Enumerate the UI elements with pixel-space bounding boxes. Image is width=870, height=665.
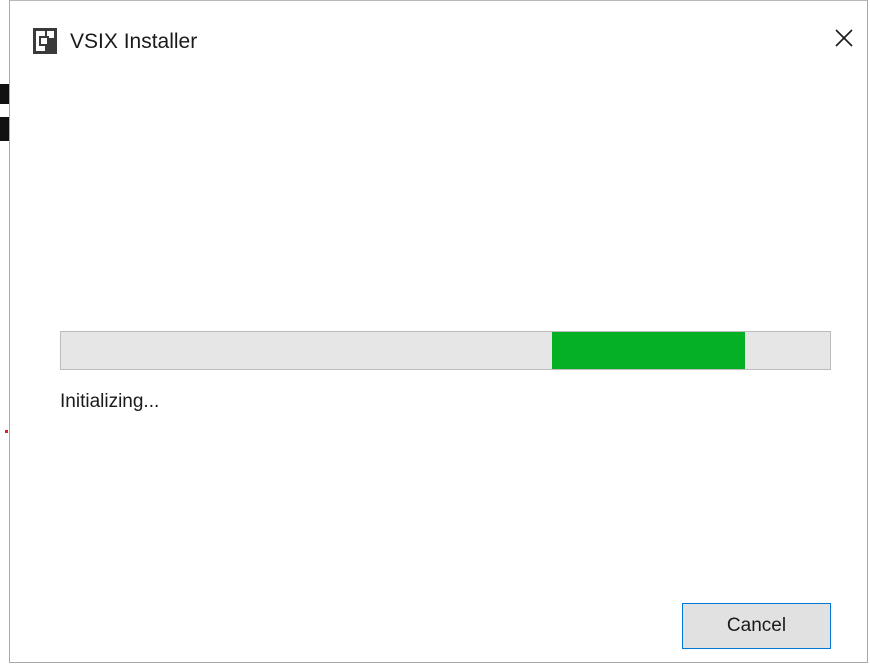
progress-indicator [551, 332, 746, 369]
background-text-fragment [0, 117, 9, 141]
vsix-installer-dialog: VSIX Installer Initializing... Cancel [9, 0, 868, 663]
status-text: Initializing... [60, 391, 160, 412]
installation-progress-bar [60, 331, 831, 370]
title-bar[interactable]: VSIX Installer [10, 1, 867, 81]
background-text-fragment [0, 84, 9, 104]
cancel-button[interactable]: Cancel [682, 603, 831, 649]
background-window-edge [0, 0, 9, 665]
background-mark [5, 430, 8, 433]
close-button[interactable] [821, 18, 867, 62]
window-title: VSIX Installer [70, 30, 198, 53]
close-icon [834, 28, 854, 53]
vsix-installer-icon [33, 28, 57, 54]
